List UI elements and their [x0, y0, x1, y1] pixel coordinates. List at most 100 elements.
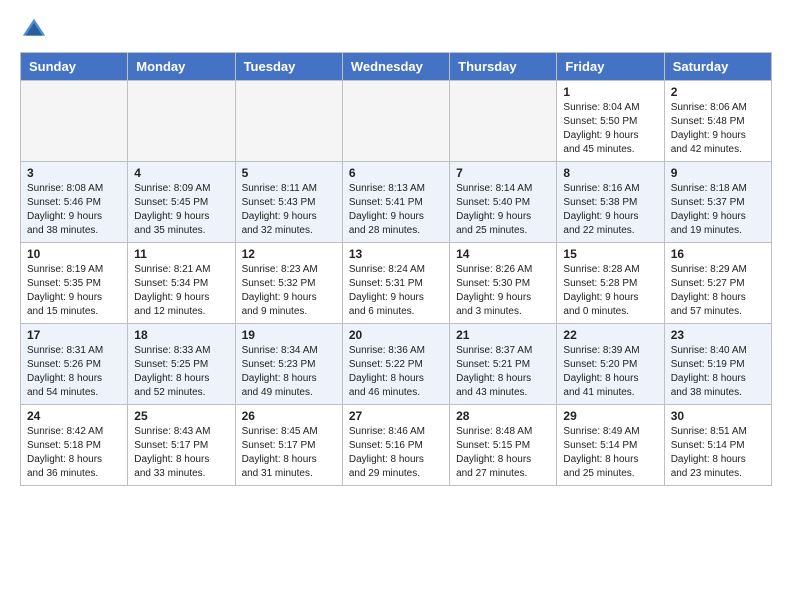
day-number: 2 — [671, 85, 765, 99]
calendar-cell: 8Sunrise: 8:16 AM Sunset: 5:38 PM Daylig… — [557, 162, 664, 243]
week-row-3: 17 Sunrise: 8:31 AM Sunset: 5:26 PM Dayli… — [21, 324, 772, 405]
calendar-cell: 24 Sunrise: 8:42 AM Sunset: 5:18 PM Dayli… — [21, 405, 128, 486]
day-number: 26 — [242, 409, 336, 423]
day-info: Sunrise: 8:28 AM Sunset: 5:28 PM Dayligh… — [563, 263, 657, 319]
day-number: 13 — [349, 247, 443, 261]
calendar-cell: 5 Sunrise: 8:11 AM Sunset: 5:43 PM Daylig… — [235, 162, 342, 243]
calendar-cell — [235, 81, 342, 162]
day-number: 3 — [27, 166, 121, 180]
day-info: Sunrise: 8:11 AM Sunset: 5:43 PM Dayligh… — [242, 182, 336, 238]
day-header-row: SundayMondayTuesdayWednesdayThursdayFrid… — [21, 53, 772, 81]
day-info: Sunrise: 8:48 AM Sunset: 5:15 PM Dayligh… — [456, 425, 550, 481]
logo — [20, 16, 52, 44]
day-info: Sunrise: 8:16 AM Sunset: 5:38 PM Dayligh… — [563, 182, 657, 238]
calendar-cell: 29 Sunrise: 8:49 AM Sunset: 5:14 PM Dayli… — [557, 405, 664, 486]
day-info: Sunrise: 8:19 AM Sunset: 5:35 PM Dayligh… — [27, 263, 121, 319]
calendar-wrapper: SundayMondayTuesdayWednesdayThursdayFrid… — [0, 52, 792, 496]
day-number: 5 — [242, 166, 336, 180]
day-info: Sunrise: 8:04 AM Sunset: 5:50 PM Dayligh… — [563, 101, 657, 157]
calendar-cell: 1 Sunrise: 8:04 AM Sunset: 5:50 PM Daylig… — [557, 81, 664, 162]
day-number: 17 — [27, 328, 121, 342]
calendar-cell: 13 Sunrise: 8:24 AM Sunset: 5:31 PM Dayli… — [342, 243, 449, 324]
day-number: 1 — [563, 85, 657, 99]
day-number: 12 — [242, 247, 336, 261]
day-number: 6 — [349, 166, 443, 180]
day-header-wednesday: Wednesday — [342, 53, 449, 81]
day-info: Sunrise: 8:34 AM Sunset: 5:23 PM Dayligh… — [242, 344, 336, 400]
calendar-cell: 16 Sunrise: 8:29 AM Sunset: 5:27 PM Dayli… — [664, 243, 771, 324]
day-number: 25 — [134, 409, 228, 423]
day-header-saturday: Saturday — [664, 53, 771, 81]
day-number: 20 — [349, 328, 443, 342]
day-info: Sunrise: 8:29 AM Sunset: 5:27 PM Dayligh… — [671, 263, 765, 319]
calendar-cell: 11 Sunrise: 8:21 AM Sunset: 5:34 PM Dayli… — [128, 243, 235, 324]
day-info: Sunrise: 8:39 AM Sunset: 5:20 PM Dayligh… — [563, 344, 657, 400]
calendar-cell — [128, 81, 235, 162]
week-row-2: 10Sunrise: 8:19 AM Sunset: 5:35 PM Dayli… — [21, 243, 772, 324]
day-info: Sunrise: 8:26 AM Sunset: 5:30 PM Dayligh… — [456, 263, 550, 319]
day-number: 14 — [456, 247, 550, 261]
day-info: Sunrise: 8:36 AM Sunset: 5:22 PM Dayligh… — [349, 344, 443, 400]
day-number: 19 — [242, 328, 336, 342]
day-info: Sunrise: 8:43 AM Sunset: 5:17 PM Dayligh… — [134, 425, 228, 481]
day-number: 11 — [134, 247, 228, 261]
day-info: Sunrise: 8:06 AM Sunset: 5:48 PM Dayligh… — [671, 101, 765, 157]
calendar-cell: 21Sunrise: 8:37 AM Sunset: 5:21 PM Dayli… — [450, 324, 557, 405]
day-number: 16 — [671, 247, 765, 261]
calendar-cell — [21, 81, 128, 162]
calendar-cell: 12 Sunrise: 8:23 AM Sunset: 5:32 PM Dayli… — [235, 243, 342, 324]
day-number: 30 — [671, 409, 765, 423]
calendar-cell — [342, 81, 449, 162]
calendar-cell: 27 Sunrise: 8:46 AM Sunset: 5:16 PM Dayli… — [342, 405, 449, 486]
day-info: Sunrise: 8:21 AM Sunset: 5:34 PM Dayligh… — [134, 263, 228, 319]
week-row-1: 3 Sunrise: 8:08 AM Sunset: 5:46 PM Daylig… — [21, 162, 772, 243]
calendar-cell: 18Sunrise: 8:33 AM Sunset: 5:25 PM Dayli… — [128, 324, 235, 405]
week-row-4: 24 Sunrise: 8:42 AM Sunset: 5:18 PM Dayli… — [21, 405, 772, 486]
day-number: 29 — [563, 409, 657, 423]
calendar-cell: 10Sunrise: 8:19 AM Sunset: 5:35 PM Dayli… — [21, 243, 128, 324]
calendar-cell: 6 Sunrise: 8:13 AM Sunset: 5:41 PM Daylig… — [342, 162, 449, 243]
calendar-cell: 14 Sunrise: 8:26 AM Sunset: 5:30 PM Dayli… — [450, 243, 557, 324]
day-info: Sunrise: 8:24 AM Sunset: 5:31 PM Dayligh… — [349, 263, 443, 319]
calendar-cell: 9 Sunrise: 8:18 AM Sunset: 5:37 PM Daylig… — [664, 162, 771, 243]
calendar-cell: 19 Sunrise: 8:34 AM Sunset: 5:23 PM Dayli… — [235, 324, 342, 405]
day-info: Sunrise: 8:18 AM Sunset: 5:37 PM Dayligh… — [671, 182, 765, 238]
calendar-cell: 28 Sunrise: 8:48 AM Sunset: 5:15 PM Dayli… — [450, 405, 557, 486]
day-number: 9 — [671, 166, 765, 180]
day-number: 24 — [27, 409, 121, 423]
day-info: Sunrise: 8:49 AM Sunset: 5:14 PM Dayligh… — [563, 425, 657, 481]
calendar-cell: 25 Sunrise: 8:43 AM Sunset: 5:17 PM Dayli… — [128, 405, 235, 486]
day-info: Sunrise: 8:23 AM Sunset: 5:32 PM Dayligh… — [242, 263, 336, 319]
day-number: 27 — [349, 409, 443, 423]
calendar-cell: 2 Sunrise: 8:06 AM Sunset: 5:48 PM Daylig… — [664, 81, 771, 162]
day-header-friday: Friday — [557, 53, 664, 81]
day-number: 23 — [671, 328, 765, 342]
calendar-cell: 3 Sunrise: 8:08 AM Sunset: 5:46 PM Daylig… — [21, 162, 128, 243]
day-info: Sunrise: 8:13 AM Sunset: 5:41 PM Dayligh… — [349, 182, 443, 238]
day-header-thursday: Thursday — [450, 53, 557, 81]
calendar-cell: 30 Sunrise: 8:51 AM Sunset: 5:14 PM Dayli… — [664, 405, 771, 486]
day-header-sunday: Sunday — [21, 53, 128, 81]
logo-icon — [20, 16, 48, 44]
day-number: 22 — [563, 328, 657, 342]
day-number: 15 — [563, 247, 657, 261]
calendar-cell: 23 Sunrise: 8:40 AM Sunset: 5:19 PM Dayli… — [664, 324, 771, 405]
calendar-cell — [450, 81, 557, 162]
day-info: Sunrise: 8:40 AM Sunset: 5:19 PM Dayligh… — [671, 344, 765, 400]
day-number: 4 — [134, 166, 228, 180]
day-info: Sunrise: 8:46 AM Sunset: 5:16 PM Dayligh… — [349, 425, 443, 481]
week-row-0: 1 Sunrise: 8:04 AM Sunset: 5:50 PM Daylig… — [21, 81, 772, 162]
day-info: Sunrise: 8:33 AM Sunset: 5:25 PM Dayligh… — [134, 344, 228, 400]
calendar-cell: 15 Sunrise: 8:28 AM Sunset: 5:28 PM Dayli… — [557, 243, 664, 324]
day-info: Sunrise: 8:45 AM Sunset: 5:17 PM Dayligh… — [242, 425, 336, 481]
day-number: 21 — [456, 328, 550, 342]
day-info: Sunrise: 8:14 AM Sunset: 5:40 PM Dayligh… — [456, 182, 550, 238]
day-info: Sunrise: 8:42 AM Sunset: 5:18 PM Dayligh… — [27, 425, 121, 481]
day-number: 28 — [456, 409, 550, 423]
day-info: Sunrise: 8:31 AM Sunset: 5:26 PM Dayligh… — [27, 344, 121, 400]
calendar-cell: 22 Sunrise: 8:39 AM Sunset: 5:20 PM Dayli… — [557, 324, 664, 405]
calendar-table: SundayMondayTuesdayWednesdayThursdayFrid… — [20, 52, 772, 486]
calendar-cell: 20 Sunrise: 8:36 AM Sunset: 5:22 PM Dayli… — [342, 324, 449, 405]
day-info: Sunrise: 8:51 AM Sunset: 5:14 PM Dayligh… — [671, 425, 765, 481]
day-info: Sunrise: 8:08 AM Sunset: 5:46 PM Dayligh… — [27, 182, 121, 238]
